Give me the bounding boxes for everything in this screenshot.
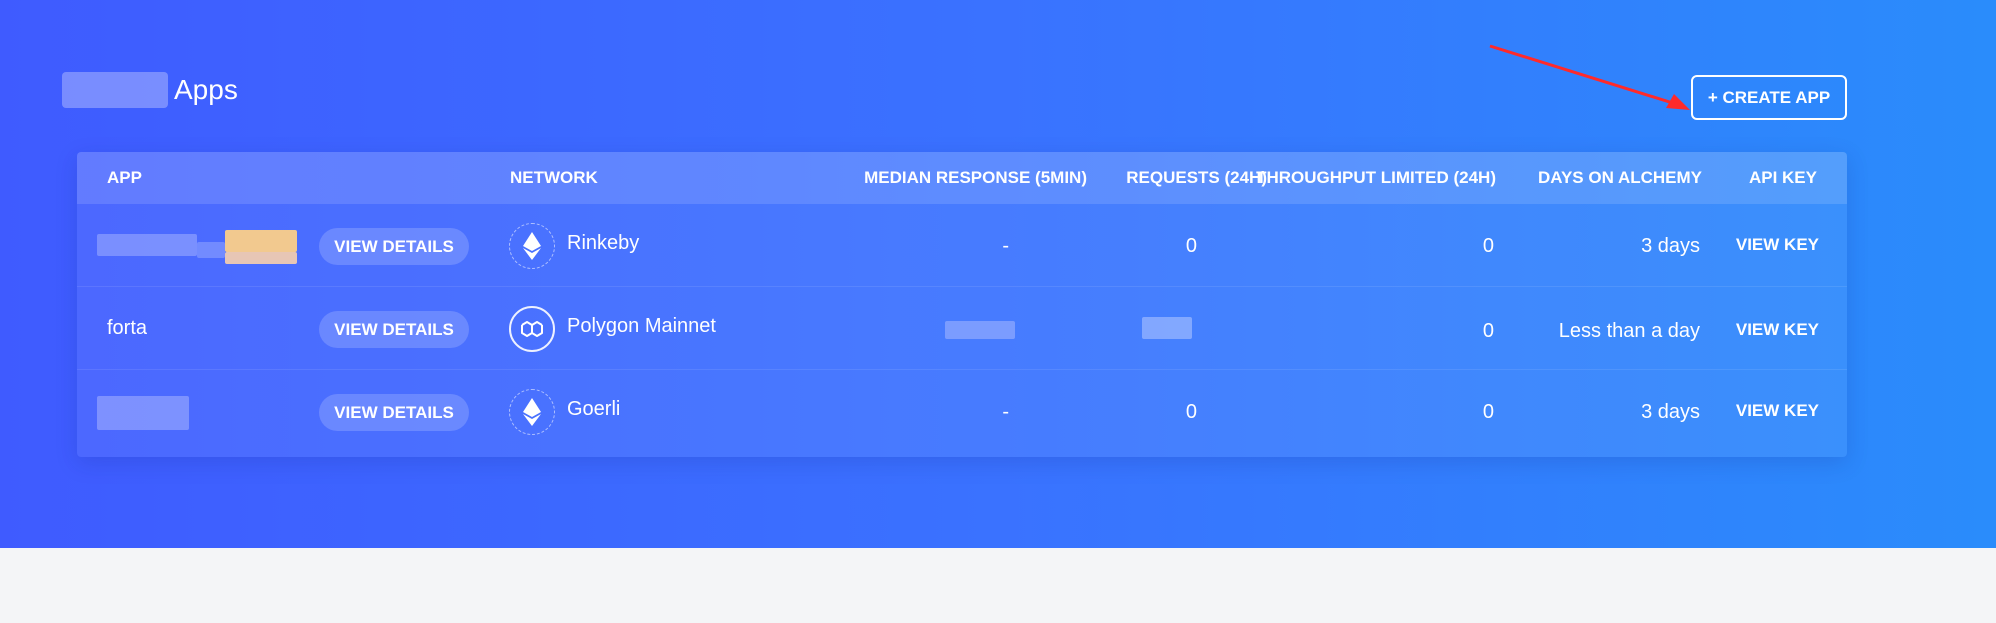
apps-table: APP NETWORK MEDIAN RESPONSE (5MIN) REQUE… <box>77 152 1847 457</box>
column-header-days-on-alchemy[interactable]: DAYS ON ALCHEMY <box>1538 168 1702 188</box>
column-header-median-response[interactable]: MEDIAN RESPONSE (5MIN) <box>864 168 1087 188</box>
app-name[interactable]: forta <box>107 317 147 340</box>
view-details-button[interactable]: VIEW DETAILS <box>319 394 469 431</box>
throughput-limited-value: 0 <box>1482 320 1494 342</box>
throughput-limited-value: 0 <box>1482 235 1494 257</box>
page-title: Apps <box>62 72 238 108</box>
redacted-app-name <box>197 242 225 258</box>
days-on-alchemy-value: 3 days <box>1641 401 1700 423</box>
view-details-button[interactable]: VIEW DETAILS <box>319 228 469 265</box>
polygon-icon <box>509 306 555 352</box>
ethereum-icon <box>509 389 555 435</box>
requests-value: 0 <box>1185 401 1197 423</box>
column-header-api-key[interactable]: API KEY <box>1749 168 1817 188</box>
ethereum-icon <box>509 223 555 269</box>
network-name: Rinkeby <box>567 232 640 254</box>
column-header-requests[interactable]: REQUESTS (24H) <box>1126 168 1267 188</box>
column-header-app[interactable]: APP <box>107 168 142 188</box>
days-on-alchemy-value: 3 days <box>1641 235 1700 257</box>
redacted-app-name <box>225 252 297 264</box>
table-row: forta VIEW DETAILS Polygon Mainnet 0 Les… <box>77 287 1847 370</box>
table-row: VIEW DETAILS Rinkeby - 0 0 3 days VIEW K… <box>77 204 1847 287</box>
days-on-alchemy-value: Less than a day <box>1558 320 1700 342</box>
throughput-limited-value: 0 <box>1482 401 1494 423</box>
network-name: Goerli <box>567 398 621 420</box>
redacted-org-name <box>62 72 168 108</box>
redacted-app-name <box>97 396 189 430</box>
column-header-network[interactable]: NETWORK <box>510 168 598 188</box>
requests-value: 0 <box>1185 235 1197 257</box>
table-header: APP NETWORK MEDIAN RESPONSE (5MIN) REQUE… <box>77 152 1847 204</box>
view-key-link[interactable]: VIEW KEY <box>1736 235 1819 255</box>
column-header-throughput-limited[interactable]: THROUGHPUT LIMITED (24H) <box>1256 168 1496 188</box>
redacted-median-response <box>945 321 1015 339</box>
page-title-text: Apps <box>174 74 238 105</box>
view-key-link[interactable]: VIEW KEY <box>1736 320 1819 340</box>
page-footer-area <box>0 548 1996 623</box>
redacted-requests <box>1142 317 1192 339</box>
table-row: VIEW DETAILS Goerli - 0 0 3 days VIEW KE… <box>77 370 1847 453</box>
redacted-app-name <box>97 234 197 256</box>
median-response-value: - <box>1002 235 1009 257</box>
create-app-button[interactable]: + CREATE APP <box>1691 75 1847 120</box>
median-response-value: - <box>1002 401 1009 423</box>
network-name: Polygon Mainnet <box>567 315 716 337</box>
view-key-link[interactable]: VIEW KEY <box>1736 401 1819 421</box>
annotation-arrow-icon <box>1489 44 1690 110</box>
view-details-button[interactable]: VIEW DETAILS <box>319 311 469 348</box>
redacted-app-name <box>225 230 297 252</box>
